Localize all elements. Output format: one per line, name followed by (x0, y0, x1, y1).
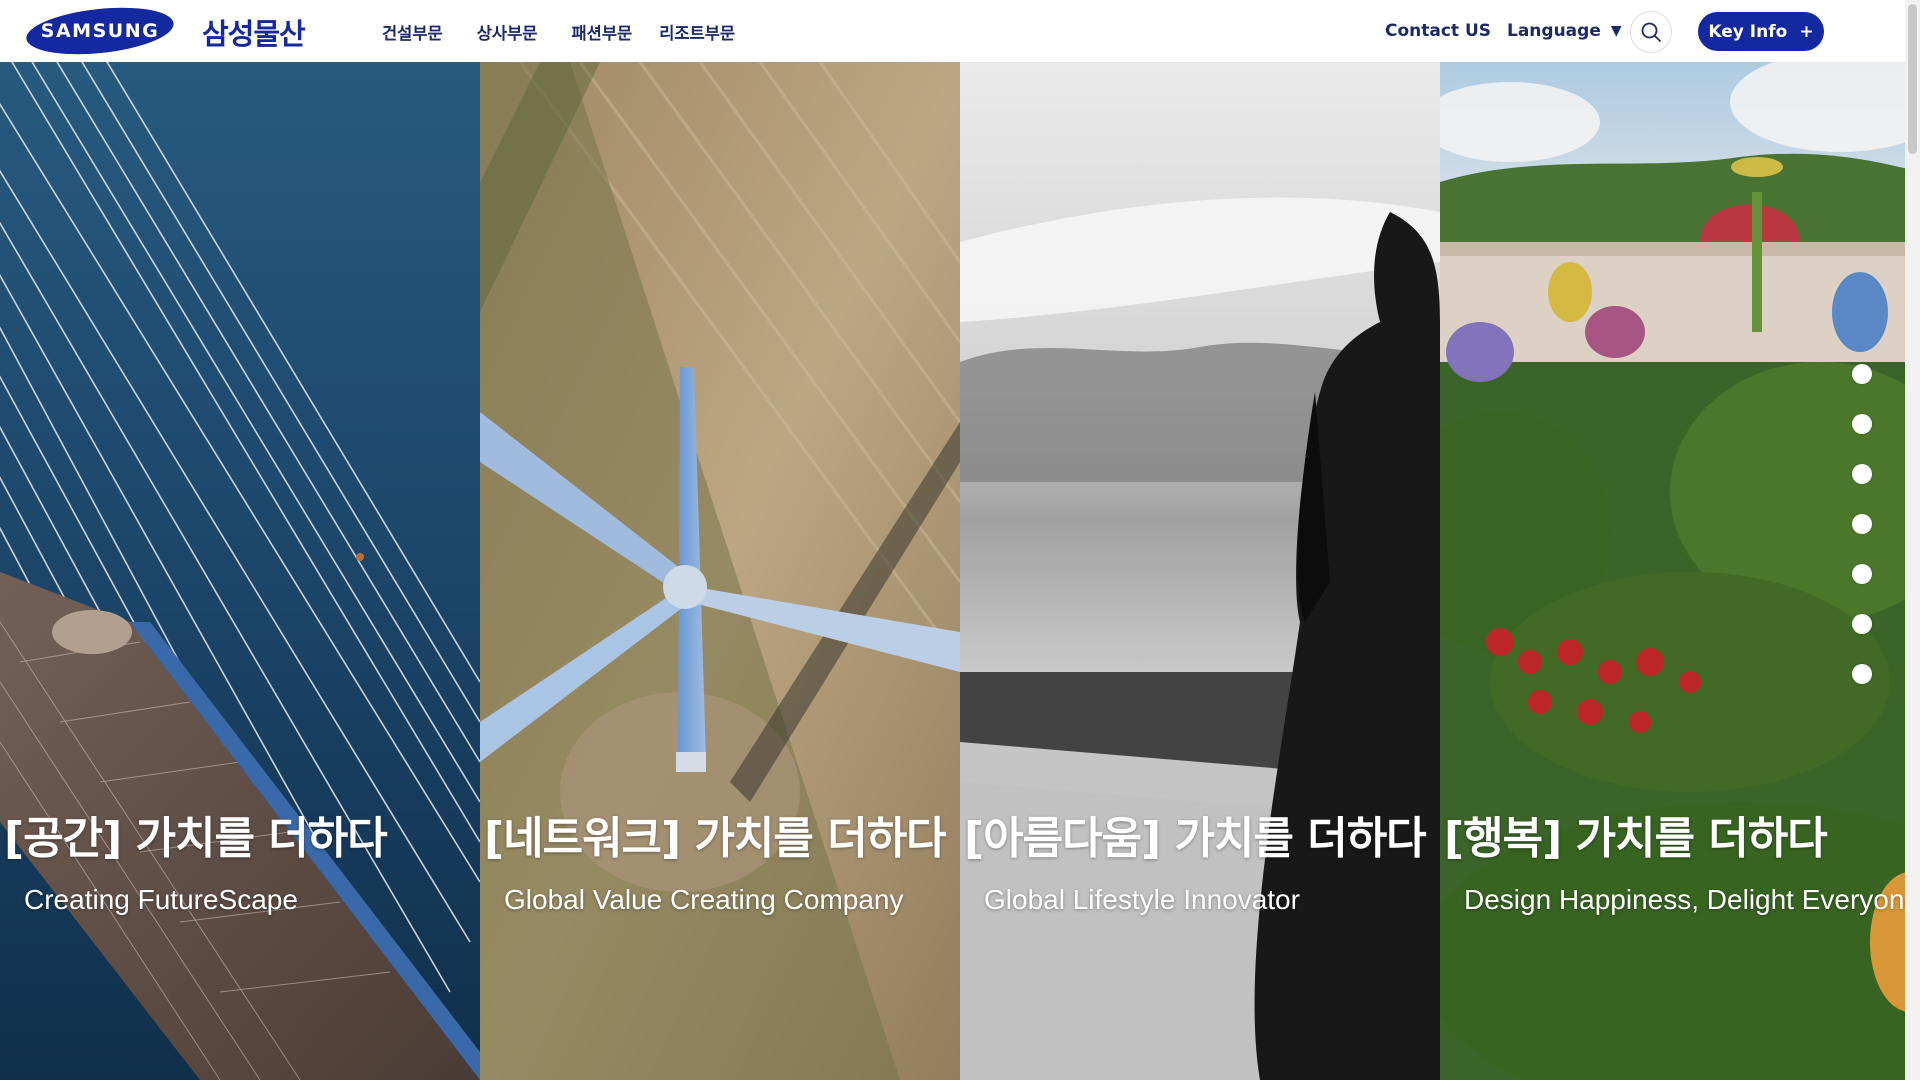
panel-title: [행복] 가치를 더하다 (1444, 813, 1828, 864)
nav-item-fashion[interactable]: 패션부문 (571, 20, 632, 44)
key-info-button[interactable]: Key Info + (1698, 12, 1824, 51)
hero-panels: [공간] 가치를 더하다 Creating FutureScape [네트워크]… (0, 62, 1920, 1080)
pagination-dot-2[interactable] (1852, 414, 1872, 434)
corp-name[interactable]: 삼성물산 (202, 11, 306, 53)
panel-subtitle: Creating FutureScape (24, 884, 298, 915)
panel-beauty[interactable]: [아름다움] 가치를 더하다 Global Lifestyle Innovato… (960, 62, 1440, 1080)
panel-title: [공간] 가치를 더하다 (4, 813, 388, 864)
contact-us-link[interactable]: Contact US (1385, 21, 1491, 41)
bridge-image (0, 62, 480, 1080)
plus-icon: + (1799, 21, 1814, 42)
key-info-label: Key Info (1708, 21, 1788, 42)
nav-item-resort[interactable]: 리조트부문 (659, 20, 735, 44)
site-header: SAMSUNG 삼성물산 건설부문 상사부문 패션부문 리조트부문 Contac… (0, 0, 1920, 62)
nav-item-construction[interactable]: 건설부문 (382, 20, 443, 44)
samsung-logo[interactable]: SAMSUNG (24, 6, 176, 56)
pagination-dot-6[interactable] (1852, 614, 1872, 634)
wind-turbine-image (480, 62, 960, 1080)
nav-item-trading[interactable]: 상사부문 (477, 20, 538, 44)
slide-pagination (1852, 364, 1872, 714)
pagination-dot-7[interactable] (1852, 664, 1872, 684)
logo-text: SAMSUNG (40, 20, 160, 42)
panel-subtitle: Global Lifestyle Innovator (984, 884, 1300, 915)
main-nav: 건설부문 상사부문 패션부문 리조트부문 (382, 20, 769, 44)
search-icon (1641, 22, 1661, 42)
language-selector[interactable]: Language ▼ (1507, 21, 1622, 41)
panel-happiness[interactable]: [행복] 가치를 더하다 Design Happiness, Delight E… (1440, 62, 1920, 1080)
panel-space[interactable]: [공간] 가치를 더하다 Creating FutureScape (0, 62, 480, 1080)
fashion-image (960, 62, 1440, 1080)
pagination-dot-4[interactable] (1852, 514, 1872, 534)
pagination-dot-1[interactable] (1852, 364, 1872, 384)
panel-subtitle: Global Value Creating Company (504, 884, 904, 915)
scrollbar-track[interactable] (1905, 0, 1920, 1080)
chevron-down-icon: ▼ (1610, 23, 1622, 39)
pagination-dot-5[interactable] (1852, 564, 1872, 584)
panel-title: [네트워크] 가치를 더하다 (484, 813, 947, 864)
panel-network[interactable]: [네트워크] 가치를 더하다 Global Value Creating Com… (480, 62, 960, 1080)
panel-title: [아름다움] 가치를 더하다 (964, 813, 1427, 864)
panel-subtitle: Design Happiness, Delight Everyone (1464, 884, 1920, 915)
pagination-dot-3[interactable] (1852, 464, 1872, 484)
language-label: Language (1507, 21, 1601, 41)
search-button[interactable] (1630, 11, 1672, 53)
theme-park-image (1440, 62, 1920, 1080)
scrollbar-thumb[interactable] (1908, 4, 1917, 154)
